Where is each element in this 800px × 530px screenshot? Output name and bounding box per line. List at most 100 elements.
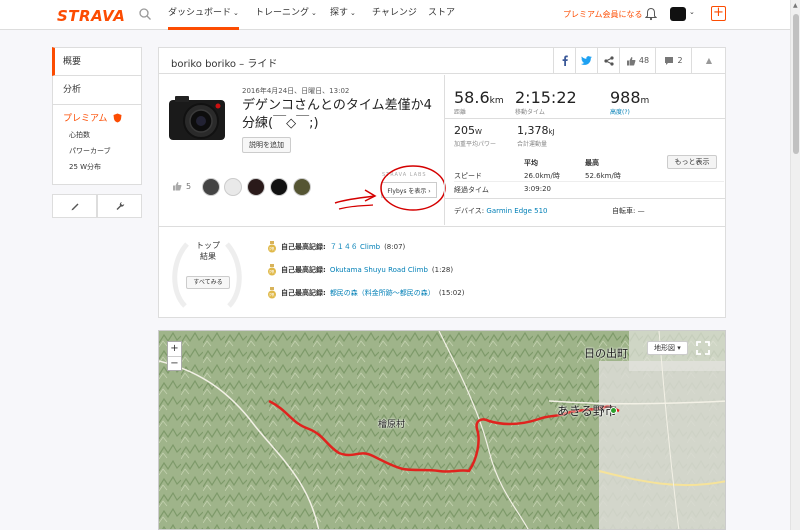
stat-moving-time: 2:15:22 xyxy=(515,88,577,107)
column-max: 最高 xyxy=(585,159,599,167)
sidebar-tools xyxy=(52,194,142,218)
divider xyxy=(445,198,726,199)
strava-logo[interactable]: STRAVA xyxy=(57,7,125,25)
facebook-share-button[interactable] xyxy=(553,48,575,73)
avatar[interactable] xyxy=(670,7,686,21)
stat-distance-label: 距離 xyxy=(454,109,467,116)
sidebar-item-power-curve[interactable]: パワーカーブ xyxy=(69,146,131,156)
share-button[interactable] xyxy=(597,48,619,73)
kudo-avatar[interactable] xyxy=(202,178,220,196)
svg-text:PR: PR xyxy=(269,247,274,252)
sidebar-item-overview[interactable]: 概要 xyxy=(52,47,142,76)
edit-button[interactable] xyxy=(52,194,97,218)
activity-card: boriko boriko – ライド 48 2 ▲ 2016年4月24日、日曜… xyxy=(158,47,726,318)
collapse-button[interactable]: ▲ xyxy=(691,48,726,73)
stat-power-label: 加重平均パワー xyxy=(454,141,497,148)
sidebar-premium-section: プレミアム 心拍数 パワーカーブ 25 W分布 xyxy=(52,105,142,185)
shield-icon xyxy=(113,113,122,122)
divider xyxy=(444,75,445,225)
terrain-background xyxy=(159,331,725,529)
share-icon xyxy=(603,55,614,66)
show-more-button[interactable]: もっと表示 xyxy=(667,155,717,169)
map-label-akiruno: あきる野市 xyxy=(557,404,617,418)
column-average: 平均 xyxy=(524,159,538,167)
segment-link[interactable]: 都民の森（料金所跡〜都民の森） xyxy=(330,288,435,298)
camera-photo[interactable] xyxy=(167,90,229,148)
speed-average: 26.0km/時 xyxy=(524,172,560,180)
chevron-up-icon: ▲ xyxy=(705,56,713,65)
sidebar-item-heartrate[interactable]: 心拍数 xyxy=(69,130,131,140)
scroll-up-arrow-icon[interactable]: ▲ xyxy=(793,2,798,9)
add-description-button[interactable]: 説明を追加 xyxy=(242,137,291,153)
actions-button[interactable] xyxy=(97,194,142,218)
kudo-avatar[interactable] xyxy=(270,178,288,196)
segment-link[interactable]: Okutama Shuyu Road Climb xyxy=(330,266,428,274)
stat-distance: 58.6km xyxy=(454,88,504,107)
scrollbar[interactable]: ▲ xyxy=(790,0,800,530)
kudos-givers[interactable]: 5 xyxy=(172,181,191,191)
thumbs-up-icon xyxy=(626,56,636,65)
svg-text:PR: PR xyxy=(269,270,274,275)
nav-challenges[interactable]: チャレンジ xyxy=(372,0,417,30)
chevron-down-icon[interactable]: ⌄ xyxy=(689,8,695,16)
kudo-avatar[interactable] xyxy=(224,178,242,196)
sidebar: 概要 分析 プレミアム 心拍数 パワーカーブ 25 W分布 xyxy=(52,47,142,218)
comment-icon xyxy=(665,56,674,65)
kudos-button[interactable]: 48 xyxy=(619,48,655,73)
fullscreen-icon[interactable] xyxy=(696,341,710,355)
facebook-icon xyxy=(562,55,568,66)
pr-medal-icon: PR xyxy=(268,287,276,299)
divider xyxy=(445,118,726,119)
search-icon[interactable] xyxy=(138,7,152,21)
list-item: PR 自己最高記録: ７１４６ Climb (8:07) xyxy=(267,241,405,253)
route-start-marker[interactable] xyxy=(610,407,617,414)
zoom-out-button[interactable]: − xyxy=(168,356,181,370)
nav-store[interactable]: ストア xyxy=(428,0,455,30)
zoom-in-button[interactable]: + xyxy=(168,342,181,356)
red-annotation xyxy=(334,165,446,211)
map-label-hinode: 日の出町 xyxy=(584,347,628,360)
nav-training[interactable]: トレーニング ⌄ xyxy=(255,0,317,30)
premium-upgrade-link[interactable]: プレミアム会員になる xyxy=(563,9,642,20)
sidebar-item-power-distribution[interactable]: 25 W分布 xyxy=(69,162,131,172)
upload-plus-button[interactable]: + xyxy=(711,6,726,21)
kudo-avatar[interactable] xyxy=(293,178,311,196)
bike-info: 自転車: — xyxy=(612,207,645,215)
wrench-icon xyxy=(116,202,124,210)
stat-moving-time-label: 移動タイム xyxy=(515,109,545,116)
see-all-button[interactable]: すべてみる xyxy=(186,276,230,289)
pr-medal-icon: PR xyxy=(268,264,276,276)
stat-elevation-label[interactable]: 高度(?) xyxy=(610,107,630,116)
stat-power: 205W xyxy=(454,124,482,137)
twitter-share-button[interactable] xyxy=(575,48,597,73)
activity-date: 2016年4月24日、日曜日、13:02 xyxy=(242,87,350,95)
divider xyxy=(159,226,725,227)
map-type-dropdown[interactable]: 地形図 ▾ xyxy=(647,341,688,355)
map-label-hinohara: 檜原村 xyxy=(378,420,406,430)
twitter-icon xyxy=(581,56,592,65)
kudo-avatar[interactable] xyxy=(247,178,265,196)
stat-energy-label: 合計運動量 xyxy=(517,141,548,148)
row-elapsed-label: 経過タイム xyxy=(454,186,489,194)
sidebar-premium-title[interactable]: プレミアム xyxy=(63,111,131,124)
thumbs-up-icon xyxy=(173,182,182,191)
stat-energy: 1,378kJ xyxy=(517,124,555,137)
route-map[interactable]: + − 地形図 ▾ 日の出町 あきる野市 檜原村 xyxy=(158,330,726,530)
top-nav: STRAVA ダッシュボード ⌄ トレーニング ⌄ 探す ⌄ チャレンジ ストア プレ… xyxy=(0,0,790,30)
pr-medal-icon: PR xyxy=(268,241,276,253)
stat-elevation: 988m xyxy=(610,88,650,107)
bell-icon[interactable] xyxy=(645,7,657,21)
activity-title: デゲンコさんとのタイム差僅か4分練(￣◇￣;) xyxy=(242,98,432,131)
divider xyxy=(454,181,724,182)
top-results-title: トップ 結果 xyxy=(196,241,220,261)
segment-link[interactable]: ７１４６ Climb xyxy=(330,242,380,252)
nav-dashboard[interactable]: ダッシュボード ⌄ xyxy=(168,0,239,30)
comments-button[interactable]: 2 xyxy=(655,48,691,73)
nav-explore[interactable]: 探す ⌄ xyxy=(330,0,356,30)
list-item: PR 自己最高記録: Okutama Shuyu Road Climb (1:2… xyxy=(267,264,453,276)
activity-header: boriko boriko – ライド 48 2 ▲ xyxy=(159,48,725,74)
device-link[interactable]: Garmin Edge 510 xyxy=(486,207,547,215)
scroll-thumb[interactable] xyxy=(793,14,799,154)
sidebar-item-analysis[interactable]: 分析 xyxy=(52,76,142,105)
elapsed-time: 3:09:20 xyxy=(524,185,551,193)
